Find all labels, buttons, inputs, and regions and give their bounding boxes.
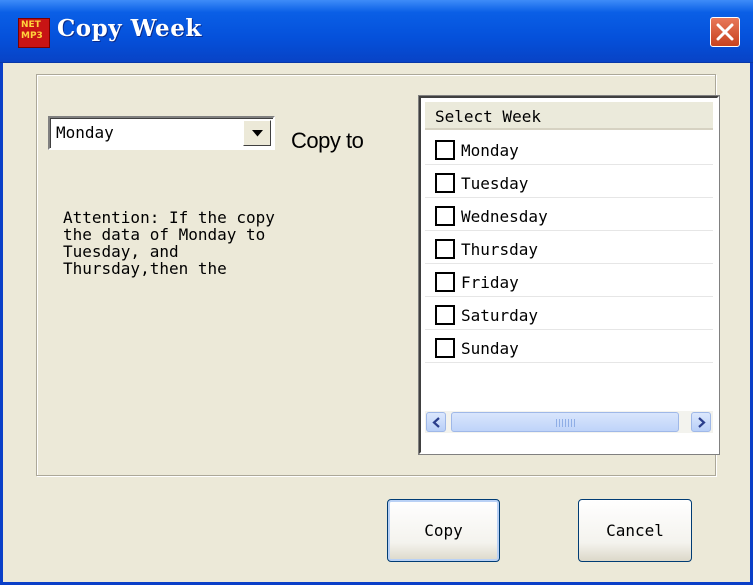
week-item-label: Thursday bbox=[461, 240, 539, 259]
checkbox[interactable] bbox=[435, 305, 455, 325]
copy-to-label: Copy to bbox=[291, 128, 364, 153]
attention-text: Attention: If the copy the data of Monda… bbox=[63, 208, 275, 278]
scroll-thumb[interactable] bbox=[451, 412, 679, 432]
week-item-monday[interactable]: Monday bbox=[425, 132, 713, 165]
week-item-label: Sunday bbox=[461, 339, 519, 358]
select-week-list[interactable]: Select Week Monday Tuesday Wednesday Thu… bbox=[419, 96, 719, 454]
week-item-label: Wednesday bbox=[461, 207, 548, 226]
horizontal-scrollbar[interactable] bbox=[425, 411, 713, 433]
app-icon-line: MP3 bbox=[21, 31, 43, 41]
week-item-label: Friday bbox=[461, 273, 519, 292]
scroll-left-button[interactable] bbox=[426, 412, 446, 432]
checkbox[interactable] bbox=[435, 173, 455, 193]
list-header-label: Select Week bbox=[435, 107, 541, 126]
week-item-label: Monday bbox=[461, 141, 519, 160]
week-item-thursday[interactable]: Thursday bbox=[425, 231, 713, 264]
chevron-left-icon bbox=[432, 417, 440, 428]
close-icon bbox=[716, 23, 734, 41]
day-select-value: Monday bbox=[56, 123, 114, 142]
close-button[interactable] bbox=[710, 17, 740, 47]
week-item-tuesday[interactable]: Tuesday bbox=[425, 165, 713, 198]
cancel-button[interactable]: Cancel bbox=[578, 499, 692, 562]
week-item-sunday[interactable]: Sunday bbox=[425, 330, 713, 363]
day-select-dropdown-button[interactable] bbox=[243, 120, 271, 146]
week-item-friday[interactable]: Friday bbox=[425, 264, 713, 297]
window-title: Copy Week bbox=[57, 15, 202, 42]
title-bar[interactable]: NET MP3 Copy Week bbox=[0, 0, 753, 63]
scroll-right-button[interactable] bbox=[691, 412, 711, 432]
checkbox[interactable] bbox=[435, 338, 455, 358]
day-select[interactable]: Monday bbox=[48, 116, 275, 150]
week-item-saturday[interactable]: Saturday bbox=[425, 297, 713, 330]
week-item-label: Tuesday bbox=[461, 174, 529, 193]
grip-icon bbox=[556, 419, 576, 427]
week-item-wednesday[interactable]: Wednesday bbox=[425, 198, 713, 231]
app-icon: NET MP3 bbox=[18, 18, 50, 48]
list-header[interactable]: Select Week bbox=[425, 102, 713, 130]
checkbox[interactable] bbox=[435, 206, 455, 226]
app-icon-line: NET bbox=[21, 20, 41, 30]
checkbox[interactable] bbox=[435, 239, 455, 259]
checkbox[interactable] bbox=[435, 140, 455, 160]
chevron-down-icon bbox=[252, 130, 263, 137]
chevron-right-icon bbox=[698, 417, 706, 428]
copy-button[interactable]: Copy bbox=[387, 499, 500, 562]
week-item-label: Saturday bbox=[461, 306, 539, 325]
checkbox[interactable] bbox=[435, 272, 455, 292]
